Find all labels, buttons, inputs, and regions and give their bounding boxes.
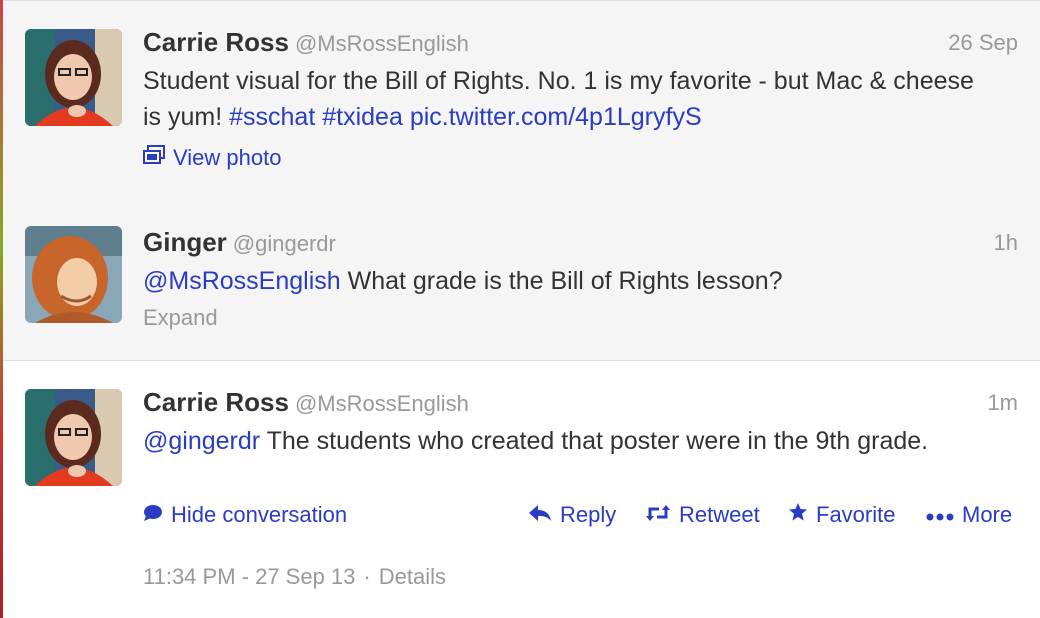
author-name-text[interactable]: Ginger <box>143 227 227 257</box>
avatar[interactable] <box>25 226 122 323</box>
tweet-item[interactable]: Carrie Ross @MsRossEnglish 1m @gingerdr T… <box>3 361 1040 618</box>
author-handle[interactable]: @gingerdr <box>233 231 336 256</box>
tweet-text: @MsRossEnglish What grade is the Bill of… <box>143 263 980 299</box>
tweet-body: The students who created that poster wer… <box>260 427 929 455</box>
ellipsis-icon <box>926 502 954 528</box>
avatar[interactable] <box>25 29 122 126</box>
reply-button[interactable]: Reply <box>528 502 616 528</box>
hide-conversation-label[interactable]: Hide conversation <box>171 502 347 528</box>
separator: · <box>363 564 371 589</box>
tweet-item[interactable]: Carrie Ross @MsRossEnglish 26 Sep Student… <box>3 0 1040 202</box>
tweet-time[interactable]: 1m <box>987 390 1018 416</box>
retweet-label[interactable]: Retweet <box>679 502 760 528</box>
favorite-label[interactable]: Favorite <box>816 502 895 528</box>
view-photo-label[interactable]: View photo <box>173 145 281 171</box>
avatar[interactable] <box>25 389 122 486</box>
star-icon <box>788 502 808 528</box>
favorite-button[interactable]: Favorite <box>788 502 895 528</box>
view-photo-button[interactable]: View photo <box>143 145 281 171</box>
author-name[interactable]: Carrie Ross @MsRossEnglish <box>143 27 469 58</box>
reply-label[interactable]: Reply <box>560 502 616 528</box>
speech-bubble-icon <box>143 502 163 528</box>
retweet-icon <box>645 502 671 528</box>
photo-icon <box>143 145 165 171</box>
tweet-item[interactable]: Ginger @gingerdr 1h @MsRossEnglish What g… <box>3 201 1040 361</box>
author-name-text[interactable]: Carrie Ross <box>143 387 289 417</box>
tweet-timestamp-row: 11:34 PM - 27 Sep 13 · Details <box>143 564 446 590</box>
author-name[interactable]: Ginger @gingerdr <box>143 227 336 258</box>
tweet-time[interactable]: 1h <box>994 230 1018 256</box>
retweet-button[interactable]: Retweet <box>645 502 760 528</box>
more-label[interactable]: More <box>962 502 1012 528</box>
author-name-text[interactable]: Carrie Ross <box>143 27 289 57</box>
tweet-text: @gingerdr The students who created that … <box>143 423 980 459</box>
more-button[interactable]: More <box>926 502 1012 528</box>
tweet-timestamp[interactable]: 11:34 PM - 27 Sep 13 <box>143 564 355 590</box>
author-handle[interactable]: @MsRossEnglish <box>295 391 469 416</box>
details-link[interactable]: Details <box>379 564 446 590</box>
hide-conversation-button[interactable]: Hide conversation <box>143 502 347 528</box>
tweet-text: Student visual for the Bill of Rights. N… <box>143 63 980 135</box>
author-name[interactable]: Carrie Ross @MsRossEnglish <box>143 387 469 418</box>
reply-icon <box>528 502 552 528</box>
expand-button[interactable]: Expand <box>143 305 218 331</box>
mention-link[interactable]: @gingerdr <box>143 427 260 455</box>
tweet-body: What grade is the Bill of Rights lesson? <box>340 267 783 295</box>
tweet-time[interactable]: 26 Sep <box>948 30 1018 56</box>
mention-link[interactable]: @MsRossEnglish <box>143 267 341 295</box>
pic-link[interactable]: pic.twitter.com/4p1LgryfyS <box>410 103 702 131</box>
hashtag-link[interactable]: #txidea <box>322 103 403 131</box>
author-handle[interactable]: @MsRossEnglish <box>295 31 469 56</box>
hashtag-link[interactable]: #sschat <box>229 103 315 131</box>
